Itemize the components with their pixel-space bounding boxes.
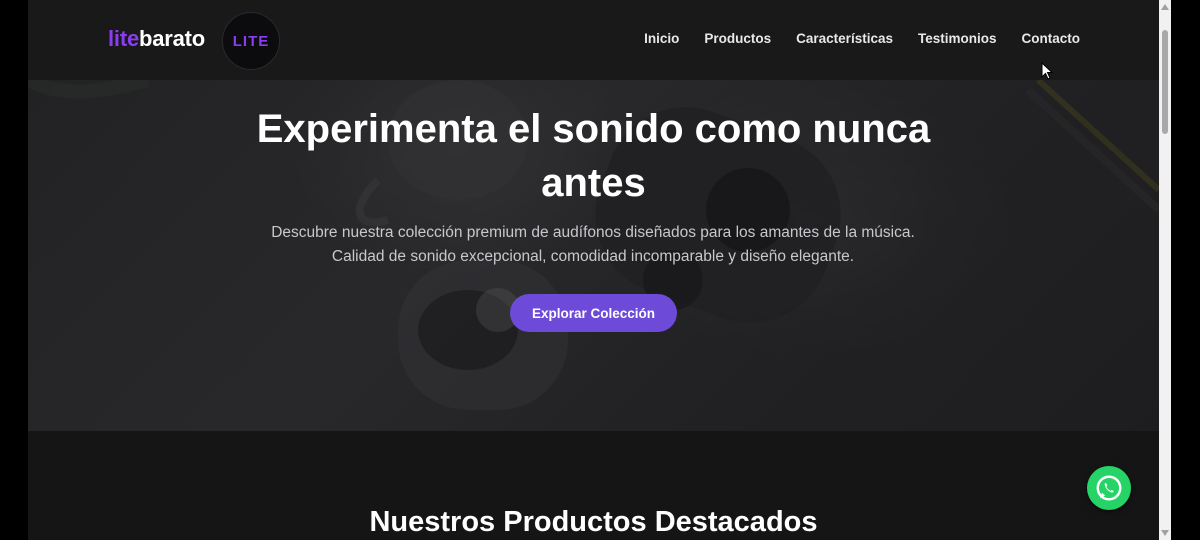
whatsapp-button[interactable]	[1087, 466, 1131, 510]
page-scrollbar[interactable]	[1159, 0, 1171, 540]
hero-title: Experimenta el sonido como nunca antes	[28, 102, 1159, 210]
nav-item-inicio[interactable]: Inicio	[644, 31, 679, 46]
hero-subtitle: Descubre nuestra colección premium de au…	[271, 224, 915, 265]
page: litebarato LITE Inicio Productos Caracte…	[28, 0, 1159, 540]
hero-section: Experimenta el sonido como nunca antes D…	[28, 80, 1159, 431]
scroll-down-arrow-icon[interactable]	[1159, 526, 1171, 540]
hero-title-line1: Experimenta el sonido como nunca	[256, 107, 931, 151]
navbar: litebarato LITE Inicio Productos Caracte…	[28, 0, 1159, 80]
nav-item-caracteristicas[interactable]: Características	[796, 31, 893, 46]
scroll-up-arrow-icon[interactable]	[1159, 0, 1171, 14]
explore-collection-button[interactable]: Explorar Colección	[510, 294, 677, 332]
whatsapp-icon	[1096, 475, 1122, 501]
brand-badge: LITE	[222, 12, 280, 70]
featured-products-title: Nuestros Productos Destacados	[369, 506, 818, 538]
brand-logo[interactable]: litebarato	[108, 26, 205, 52]
nav-links: Inicio Productos Características Testimo…	[644, 31, 1080, 46]
letterbox-left	[0, 0, 28, 540]
mouse-cursor-icon	[1041, 62, 1053, 80]
brand-lite: lite	[108, 26, 139, 51]
nav-item-productos[interactable]: Productos	[704, 31, 771, 46]
scroll-thumb[interactable]	[1162, 30, 1168, 134]
nav-item-testimonios[interactable]: Testimonios	[918, 31, 997, 46]
brand-barato: barato	[139, 26, 206, 51]
nav-item-contacto[interactable]: Contacto	[1022, 31, 1081, 46]
hero-title-line2: antes	[541, 161, 646, 205]
letterbox-right	[1171, 0, 1200, 540]
